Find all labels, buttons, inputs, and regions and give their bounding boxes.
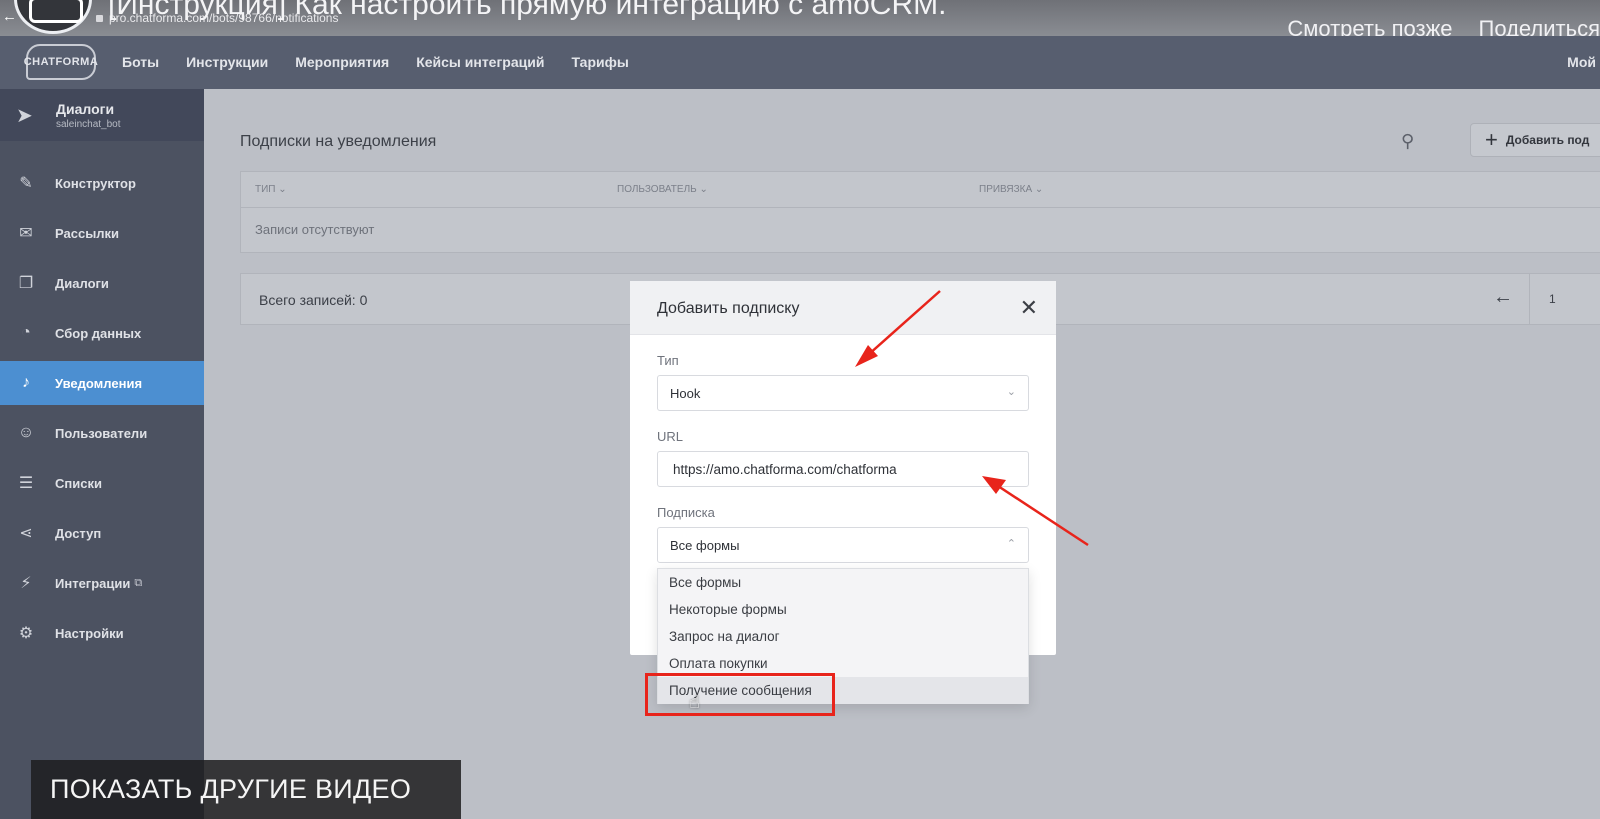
external-link-icon: ⧉ xyxy=(134,576,143,589)
prev-page-arrow-icon[interactable]: ← xyxy=(1493,286,1513,309)
add-button-label: Добавить под xyxy=(1505,133,1590,147)
page-title: Подписки на уведомления xyxy=(240,133,437,150)
modal-header: Добавить подписку ✕ xyxy=(630,281,1056,335)
share-icon: ⋖ xyxy=(19,525,33,542)
sidebar-item-users[interactable]: ☺ Пользователи xyxy=(0,411,204,455)
type-select[interactable]: Hook ⌄ xyxy=(657,375,1029,411)
subscription-select[interactable]: Все формы ⌃ xyxy=(657,527,1029,563)
sidebar-item-integrations[interactable]: ⚡ Интеграции ⧉ xyxy=(0,561,204,605)
page-number[interactable]: 1 xyxy=(1549,292,1556,306)
sidebar-item-label: Пользователи xyxy=(55,425,148,441)
option-dialog-request[interactable]: Запрос на диалог xyxy=(658,623,1028,650)
subscription-select-value: Все формы xyxy=(670,537,740,553)
list-icon: ☰ xyxy=(18,475,34,492)
sidebar-item-label: Списки xyxy=(55,475,102,491)
sidebar-item-access[interactable]: ⋖ Доступ xyxy=(0,511,204,555)
sidebar-item-lists[interactable]: ☰ Списки xyxy=(0,461,204,505)
users-icon: ☺ xyxy=(17,424,35,441)
sidebar-item-label: Настройки xyxy=(55,625,124,641)
watch-later-button[interactable]: Смотреть позже xyxy=(1287,16,1452,36)
option-some-forms[interactable]: Некоторые формы xyxy=(658,596,1028,623)
close-icon[interactable]: ✕ xyxy=(1020,295,1038,321)
sidebar-item-data-collection[interactable]: ◔ Сбор данных xyxy=(0,311,204,355)
account-menu[interactable]: Мой xyxy=(1567,54,1596,70)
sidebar-item-constructor[interactable]: ✎ Конструктор xyxy=(0,161,204,205)
sidebar-item-notifications[interactable]: ♪ Уведомления xyxy=(0,361,204,405)
chevron-up-icon: ⌃ xyxy=(1006,538,1016,550)
sidebar-item-label: Сбор данных xyxy=(55,325,142,341)
url-input[interactable]: https://amo.chatforma.com/chatforma xyxy=(657,451,1029,487)
sidebar-item-mailings[interactable]: ✉ Рассылки xyxy=(0,211,204,255)
annotation-highlight-box xyxy=(645,673,835,716)
modal-title: Добавить подписку xyxy=(657,300,800,317)
video-title[interactable]: [Инструкция] Как настроить прямую интегр… xyxy=(108,0,946,22)
chevron-down-icon: ⌄ xyxy=(1006,386,1016,398)
url-label: URL xyxy=(657,429,684,444)
chat-icon: ❐ xyxy=(18,275,34,292)
sidebar-menu: ✎ Конструктор ✉ Рассылки ❐ Диалоги ◔ Сбо… xyxy=(0,161,204,655)
total-records: Всего записей: 0 xyxy=(259,292,368,308)
bot-name: Диалоги xyxy=(56,100,115,117)
chatforma-logo[interactable]: CHATFORMA xyxy=(24,44,98,80)
column-user[interactable]: ПОЛЬЗОВАТЕЛЬ ⌄ xyxy=(617,184,708,195)
main-nav: Боты Инструкции Мероприятия Кейсы интегр… xyxy=(122,54,629,70)
sidebar-item-label: Конструктор xyxy=(55,175,136,191)
subscription-label: Подписка xyxy=(657,505,715,520)
hand-cursor-icon: ☝ xyxy=(689,692,700,712)
share-button[interactable]: Поделиться xyxy=(1479,16,1600,36)
back-arrow-icon[interactable]: ← xyxy=(2,8,17,25)
nav-item-cases[interactable]: Кейсы интеграций xyxy=(416,54,544,70)
url-input-value: https://amo.chatforma.com/chatforma xyxy=(673,461,897,477)
add-subscription-button[interactable]: + Добавить под xyxy=(1470,123,1600,157)
type-label: Тип xyxy=(657,353,679,368)
table-header: ТИП ⌄ ПОЛЬЗОВАТЕЛЬ ⌄ ПРИВЯЗКА ⌄ xyxy=(241,172,1600,208)
more-videos-button[interactable]: ПОКАЗАТЬ ДРУГИЕ ВИДЕО xyxy=(31,760,461,819)
type-select-value: Hook xyxy=(670,385,701,401)
current-bot[interactable]: ➤ Диалоги saleinchat_bot xyxy=(0,89,204,141)
sidebar: ➤ Диалоги saleinchat_bot ✎ Конструктор ✉… xyxy=(0,89,204,819)
sidebar-item-dialogs[interactable]: ❐ Диалоги xyxy=(0,261,204,305)
wrench-icon: ✎ xyxy=(19,175,33,192)
sidebar-item-label: Рассылки xyxy=(55,225,120,241)
sidebar-item-label: Интеграции xyxy=(55,575,131,591)
bot-handle: saleinchat_bot xyxy=(56,118,121,130)
sidebar-item-label: Диалоги xyxy=(55,275,109,291)
video-title-bar: ← pro.chatforma.com/bots/98766/notificat… xyxy=(0,0,1600,36)
envelope-icon: ✉ xyxy=(19,225,33,242)
nav-item-bots[interactable]: Боты xyxy=(122,54,159,70)
empty-table-message: Записи отсутствуют xyxy=(255,222,375,237)
search-icon[interactable]: ⚲ xyxy=(1401,131,1414,152)
column-type[interactable]: ТИП ⌄ xyxy=(255,184,287,195)
sidebar-item-label: Уведомления xyxy=(55,375,143,391)
app-header: CHATFORMA Боты Инструкции Мероприятия Ке… xyxy=(0,36,1600,89)
nav-item-pricing[interactable]: Тарифы xyxy=(571,54,628,70)
lock-icon xyxy=(96,14,103,22)
pie-icon: ◔ xyxy=(21,324,31,341)
column-binding[interactable]: ПРИВЯЗКА ⌄ xyxy=(979,184,1043,195)
bell-icon: ♪ xyxy=(22,374,30,391)
gear-icon: ⚙ xyxy=(18,625,34,642)
nav-item-instructions[interactable]: Инструкции xyxy=(186,54,268,70)
paper-plane-icon: ➤ xyxy=(16,104,33,127)
sidebar-item-settings[interactable]: ⚙ Настройки xyxy=(0,611,204,655)
pagination-divider xyxy=(1529,274,1530,324)
channel-avatar[interactable] xyxy=(14,0,92,34)
option-all-forms[interactable]: Все формы xyxy=(658,569,1028,596)
plug-icon: ⚡ xyxy=(20,575,32,592)
subscriptions-table: ТИП ⌄ ПОЛЬЗОВАТЕЛЬ ⌄ ПРИВЯЗКА ⌄ Записи о… xyxy=(240,171,1600,253)
plus-icon: + xyxy=(1485,127,1498,152)
sidebar-item-label: Доступ xyxy=(55,525,102,541)
nav-item-events[interactable]: Мероприятия xyxy=(295,54,389,70)
